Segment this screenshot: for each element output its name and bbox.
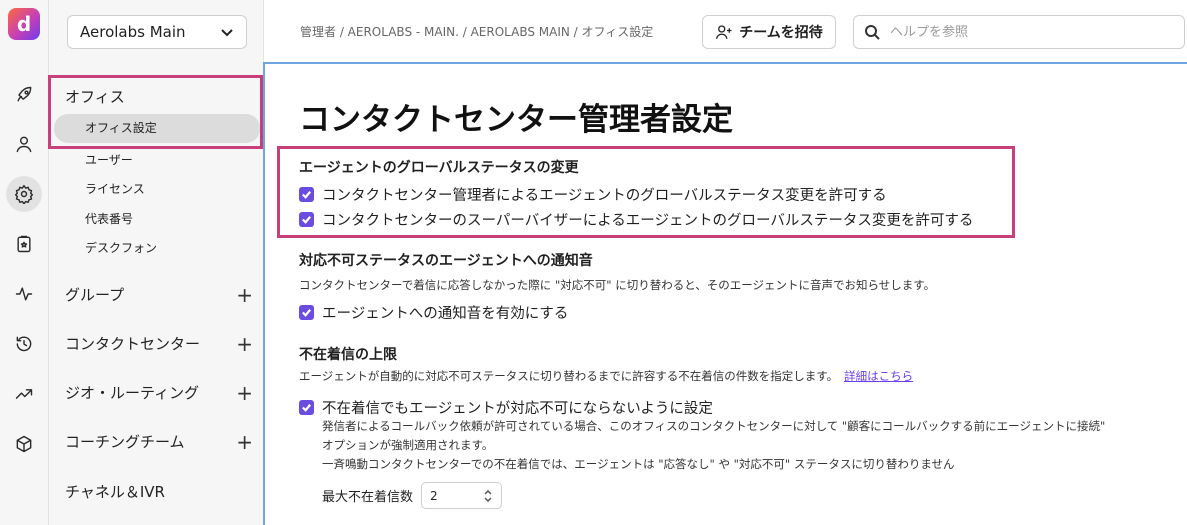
help-search[interactable] — [853, 15, 1185, 49]
nav-item-office-settings[interactable]: オフィス設定 — [54, 114, 260, 143]
missed-calls-note: 一斉鳴動コンタクトセンターでの不在着信では、エージェントは "応答なし" や "… — [322, 457, 955, 471]
learn-more-link[interactable]: 詳細はこちら — [844, 369, 913, 383]
nav-group-groups[interactable]: グループ + — [65, 284, 253, 305]
plus-icon[interactable]: + — [236, 432, 253, 452]
checkbox-label: 不在着信でもエージェントが対応不可にならないように設定 — [322, 401, 713, 417]
checkbox-label: コンタクトセンター管理者によるエージェントのグローバルステータス変更を許可する — [322, 188, 887, 204]
max-missed-calls-label: 最大不在着信数 — [322, 490, 414, 505]
checkbox-notification-sound[interactable]: エージェントへの通知音を有効にする — [299, 302, 568, 323]
clipboard-icon[interactable] — [6, 226, 42, 262]
nav-group-label: ジオ・ルーティング — [65, 384, 200, 402]
top-bar: 管理者 / AEROLABS - MAIN. / AEROLABS MAIN /… — [264, 0, 1187, 62]
section-title-notification-sound: 対応不可ステータスのエージェントへの通知音 — [299, 253, 593, 269]
checkbox-checked-icon[interactable] — [299, 400, 314, 415]
invite-team-label: チームを招待 — [739, 25, 823, 41]
checkbox-checked-icon[interactable] — [299, 212, 314, 227]
nav-group-geo-routing[interactable]: ジオ・ルーティング + — [65, 382, 253, 403]
history-icon[interactable] — [6, 326, 42, 362]
nav-group-label: コーチングチーム — [65, 433, 185, 451]
nav-item-licenses[interactable]: ライセンス — [85, 180, 145, 197]
rocket-icon[interactable] — [6, 77, 42, 113]
nav-group-label: チャネル＆IVR — [65, 483, 165, 501]
section-title-missed-calls: 不在着信の上限 — [299, 347, 397, 363]
person-icon[interactable] — [6, 126, 42, 162]
max-missed-calls-stepper[interactable]: 2 — [421, 482, 503, 509]
max-missed-calls-row: 最大不在着信数 2 — [322, 482, 503, 509]
checkbox-label: エージェントへの通知音を有効にする — [322, 306, 569, 322]
nav-group-coaching-team[interactable]: コーチングチーム + — [65, 431, 253, 452]
plus-icon[interactable]: + — [236, 383, 253, 403]
checkbox-checked-icon[interactable] — [299, 187, 314, 202]
chevron-down-icon — [220, 25, 234, 39]
missed-calls-note: 発信者によるコールバック依頼が許可されている場合、このオフィスのコンタクトセンタ… — [322, 419, 1106, 433]
max-missed-calls-value: 2 — [430, 488, 438, 503]
nav-office-header[interactable]: オフィス — [65, 86, 125, 107]
plus-icon[interactable]: + — [236, 285, 253, 305]
page-title: コンタクトセンター管理者設定 — [299, 102, 733, 138]
checkbox-admin-status[interactable]: コンタクトセンター管理者によるエージェントのグローバルステータス変更を許可する — [299, 184, 887, 205]
icon-rail: d — [0, 0, 49, 525]
chevron-updown-icon[interactable] — [483, 489, 493, 503]
workspace-name: Aerolabs Main — [80, 23, 186, 41]
section-desc-notification-sound: コンタクトセンターで着信に応答しなかった際に "対応不可" に切り替わると、その… — [299, 278, 936, 292]
search-icon — [865, 25, 880, 40]
nav-group-label: グループ — [65, 286, 125, 304]
gear-icon[interactable] — [6, 176, 42, 212]
plus-icon[interactable]: + — [236, 334, 253, 354]
nav-group-label: コンタクトセンター — [65, 335, 201, 353]
nav-item-deskphones[interactable]: デスクフォン — [85, 239, 157, 256]
person-add-icon — [716, 25, 732, 39]
checkbox-missed-calls[interactable]: 不在着信でもエージェントが対応不可にならないように設定 — [299, 397, 713, 418]
section-title-global-status: エージェントのグローバルステータスの変更 — [299, 160, 579, 176]
invite-team-button[interactable]: チームを招待 — [702, 15, 836, 49]
activity-icon[interactable] — [6, 276, 42, 312]
trending-icon[interactable] — [6, 376, 42, 412]
settings-nav: Aerolabs Main オフィス オフィス設定 ユーザー ライセンス 代表番… — [48, 0, 264, 525]
main-content: コンタクトセンター管理者設定 エージェントのグローバルステータスの変更 コンタク… — [263, 62, 1187, 525]
cube-icon[interactable] — [6, 426, 42, 462]
checkbox-checked-icon[interactable] — [299, 305, 314, 320]
workspace-selector[interactable]: Aerolabs Main — [67, 15, 247, 49]
app-logo[interactable]: d — [8, 8, 40, 40]
breadcrumb[interactable]: 管理者 / AEROLABS - MAIN. / AEROLABS MAIN /… — [300, 23, 653, 40]
nav-item-main-number[interactable]: 代表番号 — [85, 210, 133, 227]
nav-item-users[interactable]: ユーザー — [85, 151, 133, 168]
checkbox-label: コンタクトセンターのスーパーバイザーによるエージェントのグローバルステータス変更… — [322, 213, 974, 229]
missed-calls-desc-text: エージェントが自動的に対応不可ステータスに切り替わるまでに許容する不在着信の件数… — [299, 369, 839, 383]
search-input[interactable] — [890, 24, 1170, 40]
nav-group-contact-center[interactable]: コンタクトセンター + — [65, 333, 253, 354]
checkbox-supervisor-status[interactable]: コンタクトセンターのスーパーバイザーによるエージェントのグローバルステータス変更… — [299, 209, 973, 230]
nav-group-channels-ivr[interactable]: チャネル＆IVR — [65, 481, 253, 502]
logo-letter: d — [16, 12, 32, 36]
missed-calls-note: オプションが強制適用されます。 — [322, 438, 494, 452]
section-desc-missed-calls: エージェントが自動的に対応不可ステータスに切り替わるまでに許容する不在着信の件数… — [299, 368, 913, 384]
